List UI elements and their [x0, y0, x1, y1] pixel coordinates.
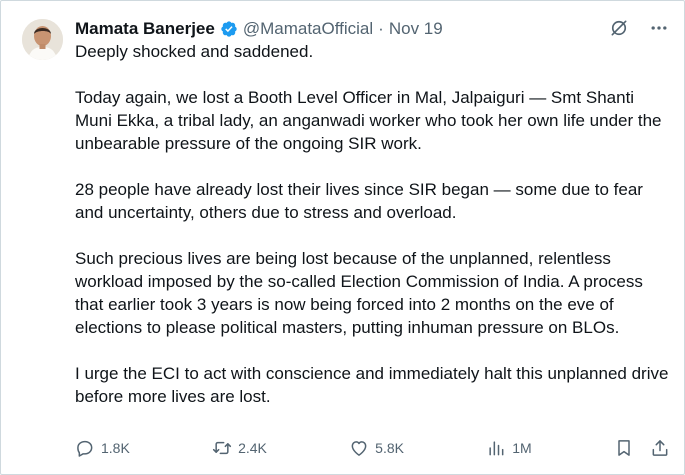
grok-icon[interactable]: [608, 17, 630, 39]
tweet-card: Mamata Banerjee @MamataOfficial · Nov 19…: [0, 0, 685, 475]
repost-icon: [212, 441, 232, 455]
tweet-paragraph: Such precious lives are being lost becau…: [75, 249, 643, 337]
tweet-header: Mamata Banerjee @MamataOfficial · Nov 19: [75, 18, 443, 40]
share-icon: [652, 440, 668, 456]
reply-button[interactable]: 1.8K: [75, 437, 130, 459]
author-handle[interactable]: @MamataOfficial: [243, 18, 373, 40]
reply-count: 1.8K: [101, 440, 130, 456]
bookmark-icon: [618, 440, 630, 456]
share-button[interactable]: [650, 437, 670, 459]
reply-icon: [77, 440, 93, 457]
author-name[interactable]: Mamata Banerjee: [75, 18, 215, 40]
bookmark-button[interactable]: [614, 437, 634, 459]
tweet-actions-bar: 1.8K 2.4K 5.8K 1M: [75, 437, 670, 459]
views-button[interactable]: 1M: [486, 437, 532, 459]
tweet-paragraph: 28 people have already lost their lives …: [75, 180, 643, 222]
separator-dot: ·: [378, 19, 384, 38]
like-button[interactable]: 5.8K: [349, 437, 404, 459]
repost-button[interactable]: 2.4K: [212, 437, 267, 459]
tweet-date[interactable]: Nov 19: [389, 18, 443, 40]
like-icon: [351, 441, 367, 456]
tweet-paragraph: Deeply shocked and saddened.: [75, 42, 314, 61]
more-icon[interactable]: [648, 17, 670, 39]
repost-count: 2.4K: [238, 440, 267, 456]
tweet-top-actions: [608, 17, 670, 39]
tweet-paragraph: I urge the ECI to act with conscience an…: [75, 364, 669, 406]
like-count: 5.8K: [375, 440, 404, 456]
tweet-paragraph: Today again, we lost a Booth Level Offic…: [75, 88, 662, 153]
views-count: 1M: [512, 440, 532, 456]
tweet-secondary-actions: [614, 437, 670, 459]
views-icon: [489, 441, 504, 456]
avatar[interactable]: [22, 19, 63, 60]
verified-badge-icon: [220, 20, 238, 38]
tweet-text: Deeply shocked and saddened. Today again…: [75, 40, 675, 408]
